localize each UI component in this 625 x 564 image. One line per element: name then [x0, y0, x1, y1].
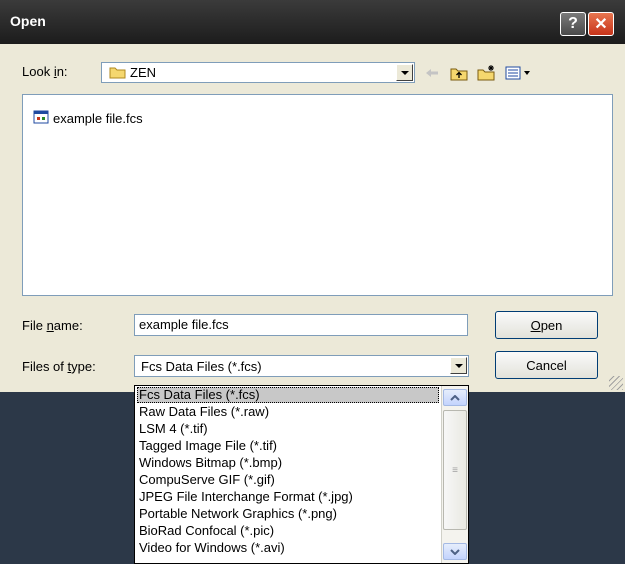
dropdown-option[interactable]: Tagged Image File (*.tif)	[137, 438, 439, 454]
dropdown-option[interactable]: JPEG File Interchange Format (*.jpg)	[137, 489, 439, 505]
files-of-type-dropdown[interactable]: Fcs Data Files (*.fcs)	[134, 355, 469, 377]
views-menu-icon[interactable]	[503, 64, 533, 82]
up-folder-icon[interactable]	[448, 64, 470, 82]
dropdown-option[interactable]: LSM 4 (*.tif)	[137, 421, 439, 437]
look-in-dropdown-arrow[interactable]	[396, 64, 413, 81]
list-item[interactable]: example file.fcs	[33, 109, 143, 128]
help-icon: ?	[568, 15, 578, 32]
scroll-down-button[interactable]	[443, 543, 467, 560]
look-in-dropdown[interactable]: ZEN	[101, 62, 415, 83]
dropdown-option[interactable]: Portable Network Graphics (*.png)	[137, 506, 439, 522]
dropdown-scrollbar[interactable]: ≡	[441, 386, 468, 563]
help-button[interactable]: ?	[560, 12, 586, 36]
window-title: Open	[10, 13, 46, 29]
fcs-file-icon	[33, 109, 49, 128]
file-name: example file.fcs	[53, 111, 143, 126]
scroll-thumb[interactable]: ≡	[443, 410, 467, 530]
files-of-type-value: Fcs Data Files (*.fcs)	[141, 359, 262, 374]
dropdown-option[interactable]: BioRad Confocal (*.pic)	[137, 523, 439, 539]
look-in-label: Look in:	[22, 64, 68, 79]
folder-icon	[109, 65, 126, 82]
cancel-button[interactable]: Cancel	[495, 351, 598, 379]
open-button[interactable]: Open	[495, 311, 598, 339]
dropdown-option[interactable]: Raw Data Files (*.raw)	[137, 404, 439, 420]
close-icon: ✕	[594, 16, 608, 33]
file-type-dropdown-list[interactable]: Fcs Data Files (*.fcs) Raw Data Files (*…	[134, 385, 469, 564]
chevron-down-icon	[400, 70, 409, 75]
files-of-type-dropdown-arrow[interactable]	[450, 357, 467, 374]
dropdown-option[interactable]: CompuServe GIF (*.gif)	[137, 472, 439, 488]
dropdown-option-selected[interactable]: Fcs Data Files (*.fcs)	[137, 387, 439, 403]
title-bar[interactable]: Open ? ✕	[0, 0, 625, 44]
close-button[interactable]: ✕	[588, 12, 614, 36]
look-in-value: ZEN	[130, 65, 156, 80]
dropdown-option[interactable]: Video for Windows (*.avi)	[137, 540, 439, 556]
resize-grip[interactable]	[609, 376, 623, 390]
new-folder-icon[interactable]	[475, 64, 499, 82]
open-dialog: Open ? ✕ Look in: ZEN example file.fcs F…	[0, 0, 625, 392]
dropdown-option[interactable]: Windows Bitmap (*.bmp)	[137, 455, 439, 471]
chevron-down-icon	[454, 363, 463, 368]
file-name-input[interactable]: example file.fcs	[134, 314, 468, 336]
files-of-type-label: Files of type:	[22, 359, 96, 374]
file-list[interactable]: example file.fcs	[22, 94, 613, 296]
back-arrow-icon[interactable]	[422, 64, 442, 82]
file-name-label: File name:	[22, 318, 83, 333]
scroll-up-button[interactable]	[443, 389, 467, 406]
chevron-up-icon	[450, 394, 460, 401]
chevron-down-icon	[450, 548, 460, 555]
